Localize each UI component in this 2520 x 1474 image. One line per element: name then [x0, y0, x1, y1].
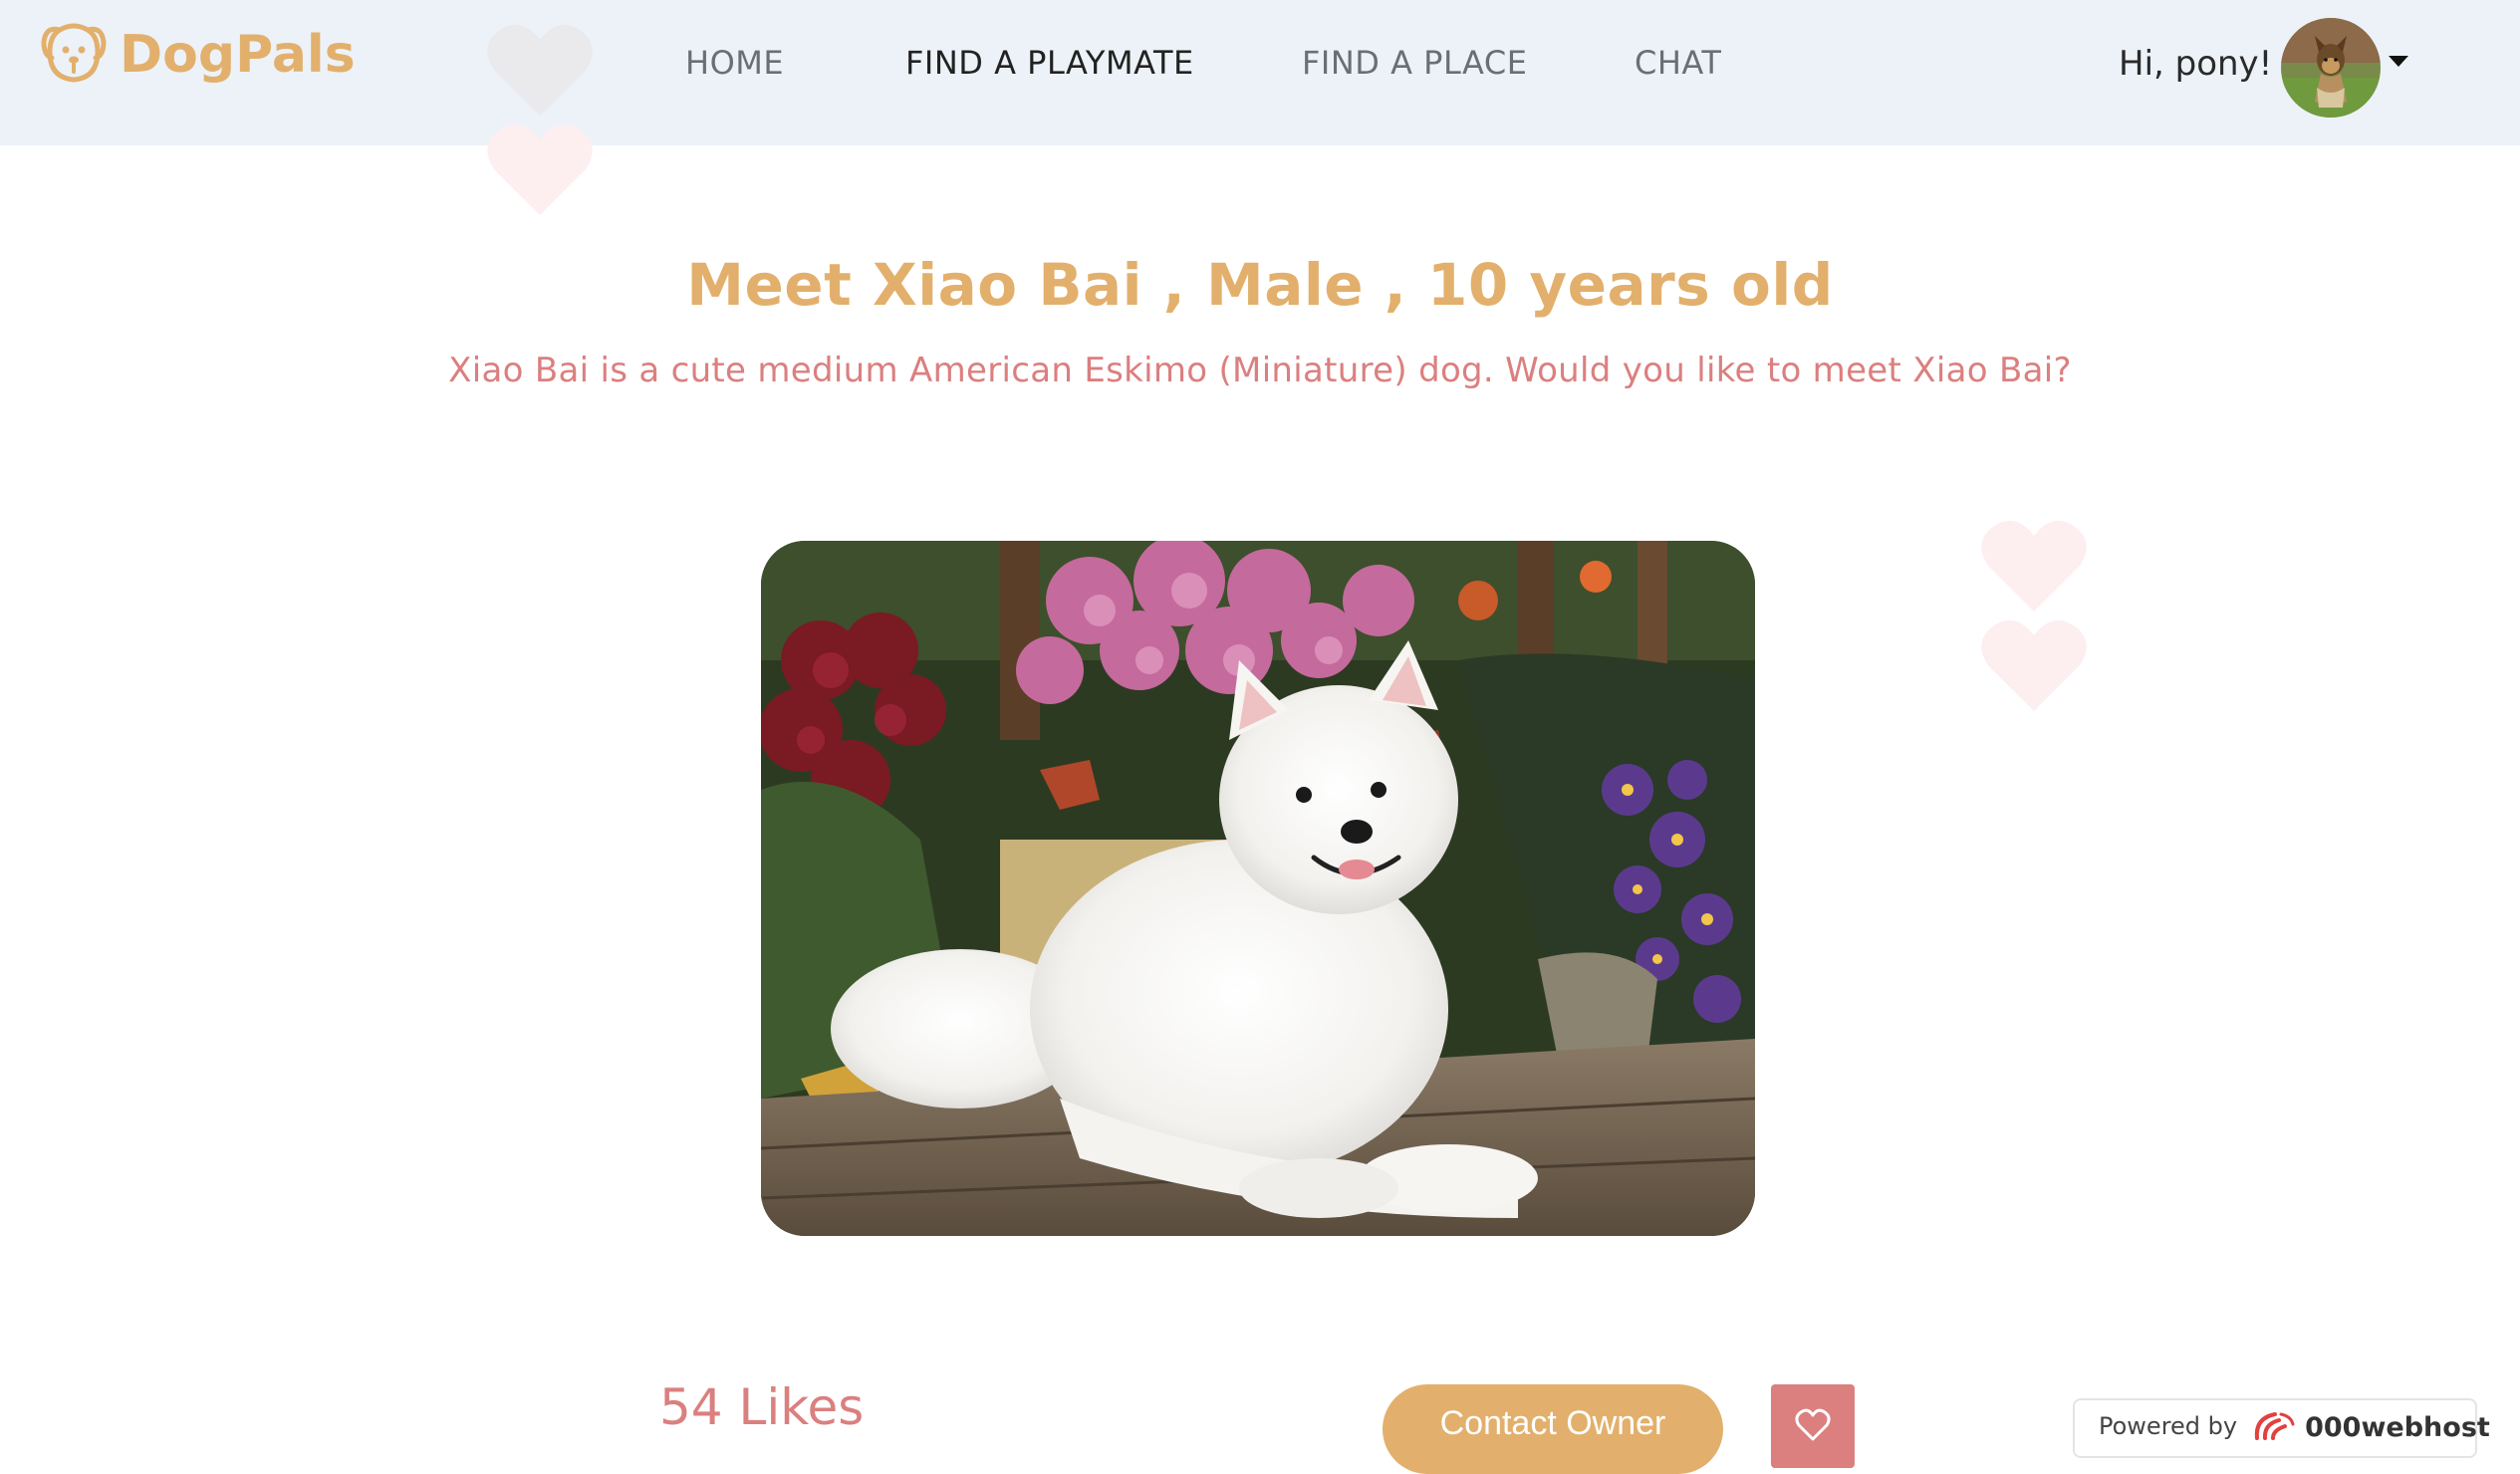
caret-down-icon[interactable] — [2389, 56, 2408, 67]
decorative-heart-icon — [1981, 520, 2087, 612]
like-button[interactable] — [1771, 1384, 1855, 1468]
profile-description: Xiao Bai is a cute medium American Eskim… — [448, 351, 2072, 390]
decorative-heart-icon — [1981, 619, 2087, 711]
contact-owner-button[interactable]: Contact Owner — [1383, 1384, 1723, 1474]
user-greeting: Hi, pony! — [2119, 44, 2273, 84]
brand-logo[interactable]: DogPals — [40, 20, 356, 90]
decorative-heart-icon — [487, 24, 593, 117]
hosting-badge[interactable]: Powered by 000webhost — [2073, 1398, 2490, 1458]
navbar: DogPals HOME FIND A PLAYMATE FIND A PLAC… — [0, 0, 2520, 145]
nav-find-a-playmate[interactable]: FIND A PLAYMATE — [905, 44, 1194, 82]
nav-home[interactable]: HOME — [685, 44, 784, 82]
brand-name: DogPals — [120, 25, 356, 85]
dog-photo — [761, 541, 1755, 1236]
webhost-logo-icon — [2251, 1408, 2297, 1448]
likes-count: 54 Likes — [659, 1378, 865, 1436]
user-avatar[interactable] — [2281, 18, 2381, 118]
profile-title: Meet Xiao Bai , Male , 10 years old — [686, 251, 1834, 319]
powered-by-text: Powered by — [2099, 1412, 2238, 1440]
contact-owner-label: Contact Owner — [1439, 1404, 1666, 1442]
nav-find-a-place[interactable]: FIND A PLACE — [1302, 44, 1527, 82]
heart-outline-icon — [1795, 1408, 1831, 1441]
dog-face-icon — [40, 20, 108, 90]
webhost-brand: 000webhost — [2305, 1412, 2490, 1443]
decorative-heart-icon — [487, 123, 593, 215]
nav-chat[interactable]: CHAT — [1635, 44, 1721, 82]
